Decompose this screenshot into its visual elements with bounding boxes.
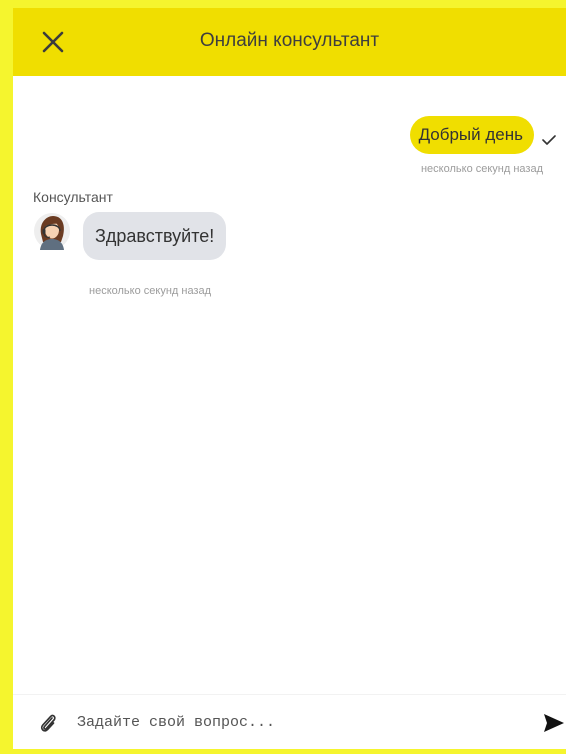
incoming-message-bubble: Здравствуйте! xyxy=(83,212,227,260)
message-input[interactable] xyxy=(77,707,517,737)
send-button[interactable] xyxy=(542,712,566,734)
incoming-message-time: несколько секунд назад xyxy=(89,285,212,297)
chat-title: Онлайн консультант xyxy=(199,30,380,51)
paperclip-icon xyxy=(40,714,56,732)
message-list: Добрый день несколько секунд назад Консу… xyxy=(13,76,566,694)
chat-header: Онлайн консультант xyxy=(13,8,566,76)
sender-name: Консультант xyxy=(33,189,113,205)
outgoing-message-time: несколько секунд назад xyxy=(420,163,543,175)
consultant-avatar xyxy=(33,212,71,250)
message-composer xyxy=(13,694,566,749)
chat-window: Онлайн консультант Добрый день несколько… xyxy=(13,8,566,749)
check-icon xyxy=(542,135,556,145)
outgoing-message-bubble: Добрый день xyxy=(409,116,534,154)
send-icon xyxy=(544,714,564,732)
attach-button[interactable] xyxy=(38,712,58,734)
